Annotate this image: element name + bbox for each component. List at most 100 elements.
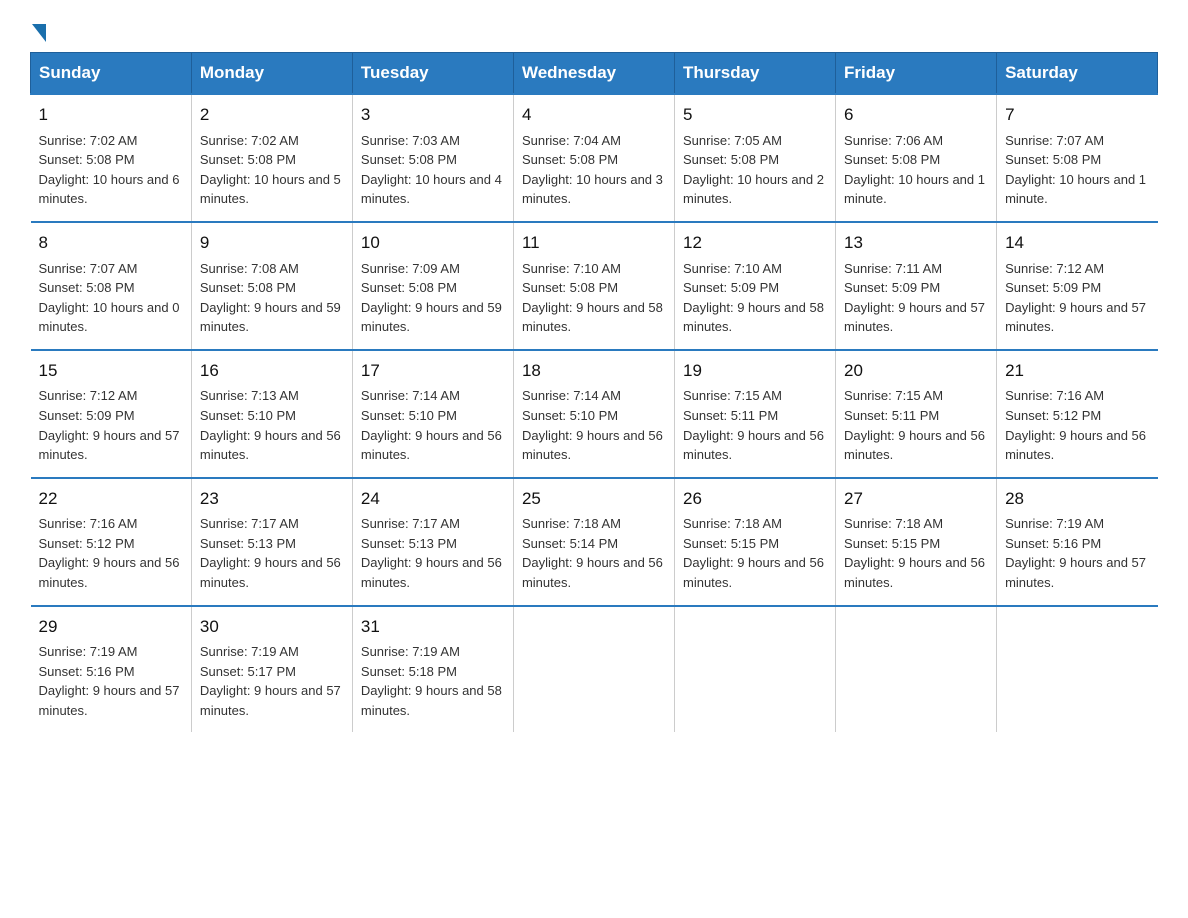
calendar-week-row: 22Sunrise: 7:16 AMSunset: 5:12 PMDayligh… (31, 478, 1158, 606)
calendar-cell: 28 Sunrise: 7:19 AMSunset: 5:16 PMDayligh… (997, 478, 1158, 606)
day-info: Sunrise: 7:18 AMSunset: 5:15 PMDaylight:… (683, 516, 824, 590)
day-number: 27 (844, 487, 988, 512)
day-number: 29 (39, 615, 183, 640)
calendar-cell: 15Sunrise: 7:12 AMSunset: 5:09 PMDayligh… (31, 350, 192, 478)
day-number: 31 (361, 615, 505, 640)
calendar-cell: 17 Sunrise: 7:14 AMSunset: 5:10 PMDayligh… (352, 350, 513, 478)
calendar-cell: 23 Sunrise: 7:17 AMSunset: 5:13 PMDayligh… (191, 478, 352, 606)
day-number: 2 (200, 103, 344, 128)
calendar-cell: 22Sunrise: 7:16 AMSunset: 5:12 PMDayligh… (31, 478, 192, 606)
day-info: Sunrise: 7:17 AMSunset: 5:13 PMDaylight:… (361, 516, 502, 590)
calendar-cell: 27 Sunrise: 7:18 AMSunset: 5:15 PMDayligh… (836, 478, 997, 606)
day-number: 30 (200, 615, 344, 640)
day-number: 15 (39, 359, 183, 384)
calendar-header-row: Sunday Monday Tuesday Wednesday Thursday… (31, 53, 1158, 95)
day-number: 13 (844, 231, 988, 256)
day-info: Sunrise: 7:19 AMSunset: 5:16 PMDaylight:… (1005, 516, 1146, 590)
day-number: 19 (683, 359, 827, 384)
day-number: 18 (522, 359, 666, 384)
calendar-week-row: 1Sunrise: 7:02 AMSunset: 5:08 PMDaylight… (31, 94, 1158, 222)
calendar-cell (836, 606, 997, 733)
day-info: Sunrise: 7:07 AMSunset: 5:08 PMDaylight:… (1005, 133, 1146, 207)
calendar-week-row: 29 Sunrise: 7:19 AMSunset: 5:16 PMDayligh… (31, 606, 1158, 733)
day-info: Sunrise: 7:18 AMSunset: 5:14 PMDaylight:… (522, 516, 663, 590)
day-number: 20 (844, 359, 988, 384)
calendar-cell: 5 Sunrise: 7:05 AMSunset: 5:08 PMDaylight… (675, 94, 836, 222)
calendar-cell: 12 Sunrise: 7:10 AMSunset: 5:09 PMDayligh… (675, 222, 836, 350)
day-number: 21 (1005, 359, 1149, 384)
calendar-cell: 19Sunrise: 7:15 AMSunset: 5:11 PMDayligh… (675, 350, 836, 478)
day-number: 6 (844, 103, 988, 128)
day-info: Sunrise: 7:15 AMSunset: 5:11 PMDaylight:… (844, 388, 985, 462)
day-number: 7 (1005, 103, 1149, 128)
calendar-cell: 24 Sunrise: 7:17 AMSunset: 5:13 PMDayligh… (352, 478, 513, 606)
col-thursday: Thursday (675, 53, 836, 95)
day-number: 12 (683, 231, 827, 256)
day-info: Sunrise: 7:14 AMSunset: 5:10 PMDaylight:… (361, 388, 502, 462)
day-number: 4 (522, 103, 666, 128)
day-number: 8 (39, 231, 183, 256)
day-number: 10 (361, 231, 505, 256)
calendar-cell: 25 Sunrise: 7:18 AMSunset: 5:14 PMDayligh… (513, 478, 674, 606)
calendar-cell: 1Sunrise: 7:02 AMSunset: 5:08 PMDaylight… (31, 94, 192, 222)
calendar-cell: 6 Sunrise: 7:06 AMSunset: 5:08 PMDaylight… (836, 94, 997, 222)
day-info: Sunrise: 7:11 AMSunset: 5:09 PMDaylight:… (844, 261, 985, 335)
calendar-cell: 14Sunrise: 7:12 AMSunset: 5:09 PMDayligh… (997, 222, 1158, 350)
day-info: Sunrise: 7:12 AMSunset: 5:09 PMDaylight:… (1005, 261, 1146, 335)
calendar-cell (997, 606, 1158, 733)
calendar-cell: 16 Sunrise: 7:13 AMSunset: 5:10 PMDayligh… (191, 350, 352, 478)
col-wednesday: Wednesday (513, 53, 674, 95)
calendar-cell: 29 Sunrise: 7:19 AMSunset: 5:16 PMDayligh… (31, 606, 192, 733)
day-number: 16 (200, 359, 344, 384)
calendar-cell: 26 Sunrise: 7:18 AMSunset: 5:15 PMDayligh… (675, 478, 836, 606)
calendar-week-row: 15Sunrise: 7:12 AMSunset: 5:09 PMDayligh… (31, 350, 1158, 478)
day-info: Sunrise: 7:02 AMSunset: 5:08 PMDaylight:… (200, 133, 341, 207)
day-number: 26 (683, 487, 827, 512)
day-info: Sunrise: 7:14 AMSunset: 5:10 PMDaylight:… (522, 388, 663, 462)
calendar-table: Sunday Monday Tuesday Wednesday Thursday… (30, 52, 1158, 732)
day-info: Sunrise: 7:19 AMSunset: 5:18 PMDaylight:… (361, 644, 502, 718)
day-info: Sunrise: 7:10 AMSunset: 5:09 PMDaylight:… (683, 261, 824, 335)
calendar-week-row: 8 Sunrise: 7:07 AMSunset: 5:08 PMDaylight… (31, 222, 1158, 350)
day-number: 17 (361, 359, 505, 384)
calendar-cell: 9 Sunrise: 7:08 AMSunset: 5:08 PMDaylight… (191, 222, 352, 350)
day-info: Sunrise: 7:09 AMSunset: 5:08 PMDaylight:… (361, 261, 502, 335)
calendar-cell: 10 Sunrise: 7:09 AMSunset: 5:08 PMDayligh… (352, 222, 513, 350)
day-number: 9 (200, 231, 344, 256)
col-saturday: Saturday (997, 53, 1158, 95)
day-info: Sunrise: 7:07 AMSunset: 5:08 PMDaylight:… (39, 261, 180, 335)
day-number: 24 (361, 487, 505, 512)
day-info: Sunrise: 7:17 AMSunset: 5:13 PMDaylight:… (200, 516, 341, 590)
day-info: Sunrise: 7:19 AMSunset: 5:17 PMDaylight:… (200, 644, 341, 718)
day-number: 11 (522, 231, 666, 256)
day-info: Sunrise: 7:16 AMSunset: 5:12 PMDaylight:… (1005, 388, 1146, 462)
calendar-cell: 7 Sunrise: 7:07 AMSunset: 5:08 PMDaylight… (997, 94, 1158, 222)
day-info: Sunrise: 7:18 AMSunset: 5:15 PMDaylight:… (844, 516, 985, 590)
calendar-cell: 8 Sunrise: 7:07 AMSunset: 5:08 PMDaylight… (31, 222, 192, 350)
calendar-cell: 3 Sunrise: 7:03 AMSunset: 5:08 PMDaylight… (352, 94, 513, 222)
calendar-cell: 20 Sunrise: 7:15 AMSunset: 5:11 PMDayligh… (836, 350, 997, 478)
day-info: Sunrise: 7:06 AMSunset: 5:08 PMDaylight:… (844, 133, 985, 207)
calendar-cell: 21 Sunrise: 7:16 AMSunset: 5:12 PMDayligh… (997, 350, 1158, 478)
day-number: 22 (39, 487, 183, 512)
calendar-cell: 31 Sunrise: 7:19 AMSunset: 5:18 PMDayligh… (352, 606, 513, 733)
day-info: Sunrise: 7:02 AMSunset: 5:08 PMDaylight:… (39, 133, 180, 207)
day-info: Sunrise: 7:04 AMSunset: 5:08 PMDaylight:… (522, 133, 663, 207)
day-number: 23 (200, 487, 344, 512)
calendar-cell: 13 Sunrise: 7:11 AMSunset: 5:09 PMDayligh… (836, 222, 997, 350)
day-info: Sunrise: 7:05 AMSunset: 5:08 PMDaylight:… (683, 133, 824, 207)
day-number: 25 (522, 487, 666, 512)
day-info: Sunrise: 7:13 AMSunset: 5:10 PMDaylight:… (200, 388, 341, 462)
day-info: Sunrise: 7:19 AMSunset: 5:16 PMDaylight:… (39, 644, 180, 718)
col-tuesday: Tuesday (352, 53, 513, 95)
day-info: Sunrise: 7:03 AMSunset: 5:08 PMDaylight:… (361, 133, 502, 207)
calendar-cell: 30 Sunrise: 7:19 AMSunset: 5:17 PMDayligh… (191, 606, 352, 733)
col-sunday: Sunday (31, 53, 192, 95)
logo (30, 20, 46, 42)
day-number: 5 (683, 103, 827, 128)
calendar-cell: 18 Sunrise: 7:14 AMSunset: 5:10 PMDayligh… (513, 350, 674, 478)
day-info: Sunrise: 7:08 AMSunset: 5:08 PMDaylight:… (200, 261, 341, 335)
day-number: 3 (361, 103, 505, 128)
col-friday: Friday (836, 53, 997, 95)
day-number: 28 (1005, 487, 1149, 512)
